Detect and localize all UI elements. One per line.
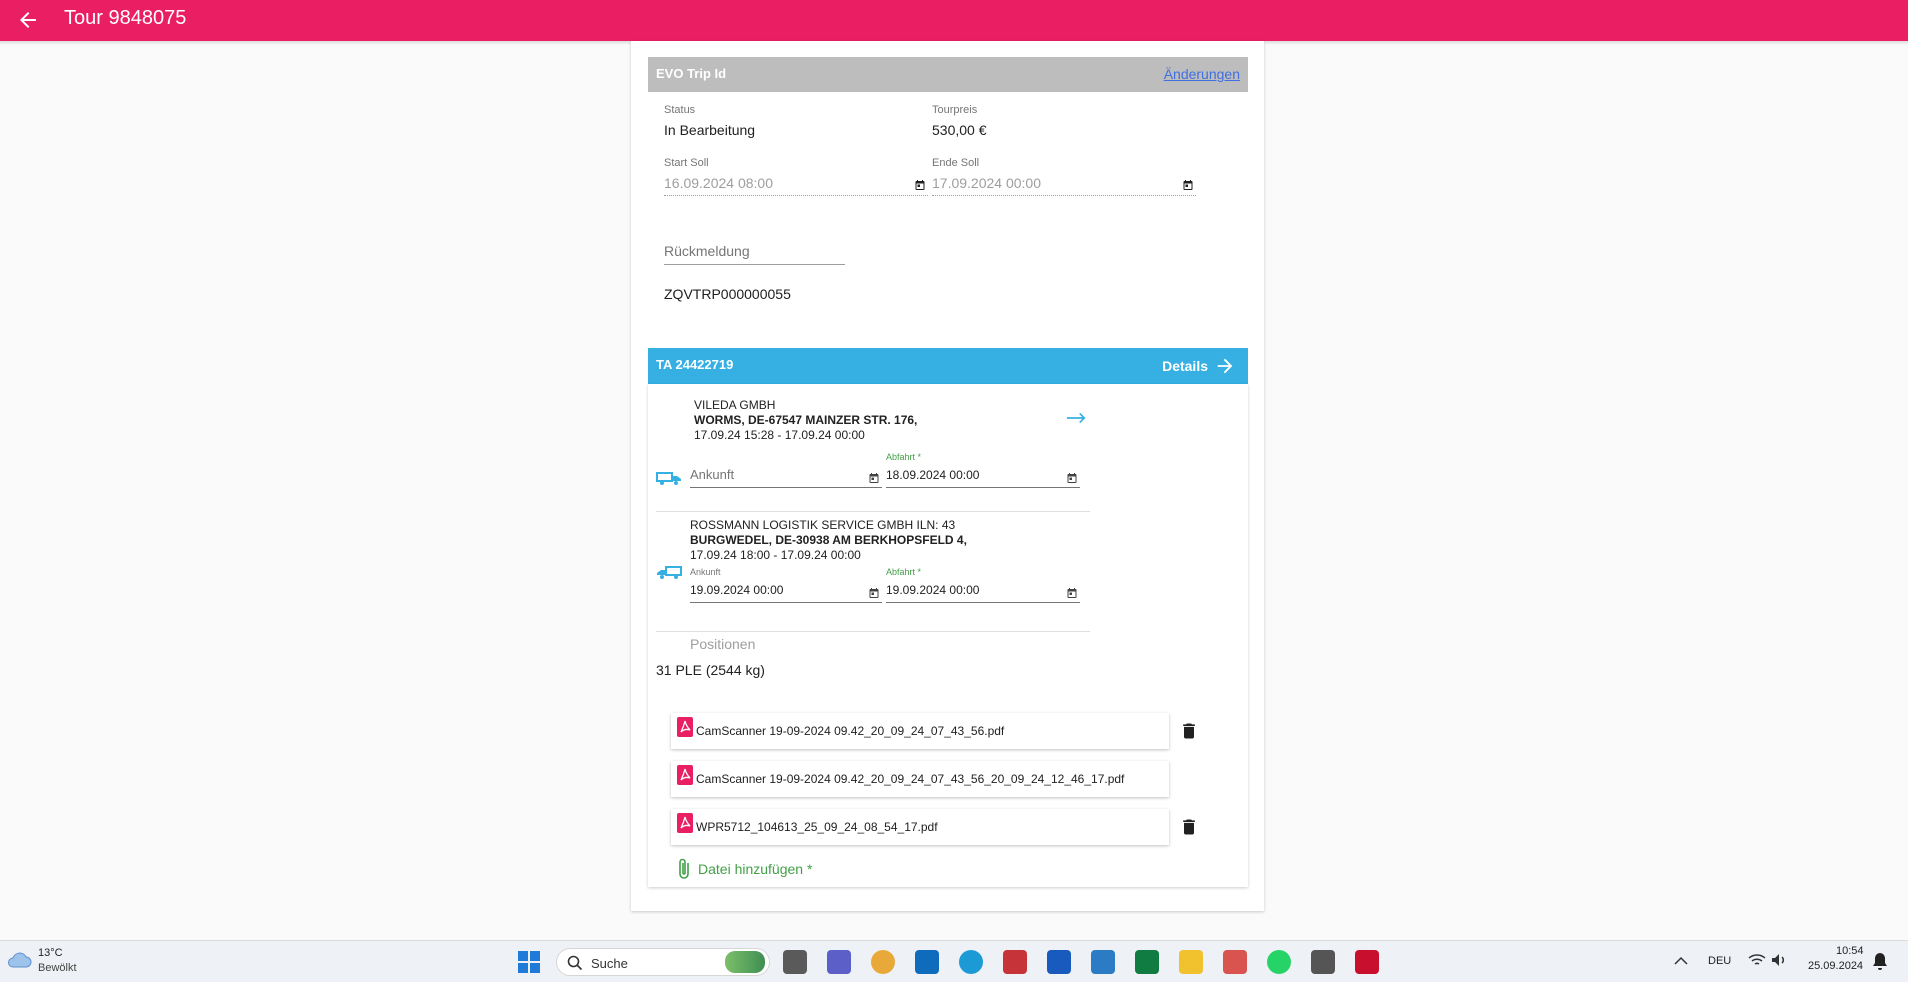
trip-code: ZQVTRP000000055 bbox=[664, 286, 791, 302]
truck-icon bbox=[656, 472, 681, 485]
status-value: In Bearbeitung bbox=[664, 122, 756, 138]
stop-2-departure-label: Abfahrt * bbox=[886, 567, 922, 577]
stop-1-address: WORMS, DE-67547 MAINZER STR. 176, bbox=[694, 413, 918, 427]
stop-1-departure-label: Abfahrt * bbox=[886, 452, 922, 462]
stop-2-departure-value: 19.09.2024 00:00 bbox=[886, 583, 980, 597]
ta-number: TA 24422719 bbox=[656, 357, 734, 372]
stop-1-window: 17.09.24 15:28 - 17.09.24 00:00 bbox=[694, 428, 865, 442]
notification-bell-icon[interactable] bbox=[1872, 952, 1888, 970]
calendar-icon[interactable] bbox=[1066, 472, 1078, 484]
stop-1-arrival-field[interactable]: Ankunft bbox=[690, 464, 882, 488]
word-icon[interactable] bbox=[1047, 950, 1071, 974]
feedback-input[interactable]: Rückmeldung bbox=[664, 238, 845, 265]
trash-icon[interactable] bbox=[1179, 816, 1199, 838]
stop-2-departure-field[interactable]: 19.09.2024 00:00 bbox=[886, 579, 1080, 603]
positions-label: Positionen bbox=[690, 636, 756, 652]
ende-soll-label: Ende Soll bbox=[932, 157, 980, 169]
clock-date[interactable]: 25.09.2024 bbox=[1808, 960, 1863, 972]
app-icon[interactable] bbox=[1003, 950, 1027, 974]
task-view-icon[interactable] bbox=[783, 950, 807, 974]
taskbar-search[interactable]: Suche bbox=[556, 948, 770, 976]
tour-price-value: 530,00 € bbox=[932, 122, 987, 138]
evo-trip-id-label: EVO Trip Id bbox=[656, 66, 727, 81]
stop-divider bbox=[656, 511, 1090, 512]
printer-icon[interactable] bbox=[1311, 950, 1335, 974]
calendar-icon[interactable] bbox=[868, 472, 880, 484]
start-soll-value: 16.09.2024 08:00 bbox=[664, 175, 773, 191]
windows-start-icon[interactable] bbox=[517, 950, 541, 974]
store-icon[interactable] bbox=[1091, 950, 1115, 974]
stop-1-departure-value: 18.09.2024 00:00 bbox=[886, 468, 980, 482]
arrow-right-icon bbox=[1217, 358, 1233, 374]
trash-icon[interactable] bbox=[1179, 720, 1199, 742]
stop-1-arrival-placeholder: Ankunft bbox=[690, 467, 735, 482]
pdf-icon bbox=[677, 813, 693, 833]
paperclip-icon bbox=[679, 858, 689, 879]
details-button[interactable]: Details bbox=[1162, 354, 1236, 378]
language-indicator[interactable]: DEU bbox=[1708, 955, 1731, 967]
feedback-placeholder: Rückmeldung bbox=[664, 243, 750, 259]
ta-header: TA 24422719 Details bbox=[648, 348, 1248, 384]
ende-soll-field[interactable]: 17.09.2024 00:00 bbox=[932, 172, 1196, 196]
stop-2-window: 17.09.24 18:00 - 17.09.24 00:00 bbox=[690, 548, 861, 562]
arrow-right-icon[interactable] bbox=[1066, 408, 1088, 428]
file-item[interactable]: CamScanner 19-09-2024 09.42_20_09_24_07_… bbox=[671, 761, 1169, 797]
positions-divider bbox=[656, 631, 1090, 632]
chevron-up-icon[interactable] bbox=[1674, 955, 1688, 965]
add-file-button[interactable]: Datei hinzufügen * bbox=[676, 857, 812, 881]
snipping-tool-icon[interactable] bbox=[1223, 950, 1247, 974]
outlook-icon[interactable] bbox=[915, 950, 939, 974]
stop-2-arrival-label: Ankunft bbox=[690, 567, 721, 577]
file-name: CamScanner 19-09-2024 09.42_20_09_24_07_… bbox=[696, 724, 1005, 738]
status-label: Status bbox=[664, 104, 696, 116]
clock-time[interactable]: 10:54 bbox=[1836, 945, 1864, 957]
ende-soll-value: 17.09.2024 00:00 bbox=[932, 175, 1041, 191]
chrome-icon[interactable] bbox=[871, 950, 895, 974]
calendar-icon[interactable] bbox=[1182, 179, 1194, 191]
stop-1-company: VILEDA GMBH bbox=[694, 398, 776, 412]
stop-2-arrival-value: 19.09.2024 00:00 bbox=[690, 583, 784, 597]
stop-1-departure-field[interactable]: 18.09.2024 00:00 bbox=[886, 464, 1080, 488]
whatsapp-icon[interactable] bbox=[1267, 950, 1291, 974]
stop-2-arrival-field[interactable]: 19.09.2024 00:00 bbox=[690, 579, 882, 603]
back-arrow-icon[interactable] bbox=[16, 8, 40, 32]
calendar-icon[interactable] bbox=[1066, 587, 1078, 599]
search-icon bbox=[567, 955, 583, 971]
calendar-icon[interactable] bbox=[868, 587, 880, 599]
edge-icon[interactable] bbox=[959, 950, 983, 974]
evo-header: EVO Trip Id Änderungen bbox=[648, 57, 1248, 92]
os-taskbar: 13°C Bewölkt Suche DEU 10:54 25.09.2024 bbox=[0, 940, 1908, 982]
start-soll-field[interactable]: 16.09.2024 08:00 bbox=[664, 172, 928, 196]
truck-icon bbox=[657, 566, 682, 579]
file-item[interactable]: CamScanner 19-09-2024 09.42_20_09_24_07_… bbox=[671, 713, 1169, 749]
changes-link[interactable]: Änderungen bbox=[1164, 66, 1240, 82]
add-file-label: Datei hinzufügen * bbox=[698, 861, 813, 877]
search-highlight-image bbox=[725, 951, 765, 973]
details-label: Details bbox=[1162, 358, 1208, 374]
pdf-icon bbox=[677, 765, 693, 785]
cloud-icon bbox=[8, 952, 32, 968]
search-label: Suche bbox=[591, 956, 628, 971]
pdf-icon bbox=[677, 717, 693, 737]
file-explorer-icon[interactable] bbox=[1179, 950, 1203, 974]
app-bar: Tour 9848075 bbox=[0, 0, 1908, 41]
file-item[interactable]: WPR5712_104613_25_09_24_08_54_17.pdf bbox=[671, 809, 1169, 845]
file-name: CamScanner 19-09-2024 09.42_20_09_24_07_… bbox=[696, 772, 1125, 786]
wifi-icon[interactable] bbox=[1748, 952, 1766, 968]
weather-desc: Bewölkt bbox=[38, 962, 77, 974]
positions-value: 31 PLE (2544 kg) bbox=[656, 662, 765, 678]
calendar-icon[interactable] bbox=[914, 179, 926, 191]
file-name: WPR5712_104613_25_09_24_08_54_17.pdf bbox=[696, 820, 938, 834]
speaker-icon[interactable] bbox=[1770, 952, 1788, 968]
teams-icon[interactable] bbox=[827, 950, 851, 974]
tour-price-label: Tourpreis bbox=[932, 104, 978, 116]
excel-icon[interactable] bbox=[1135, 950, 1159, 974]
stop-2-company: ROSSMANN LOGISTIK SERVICE GMBH ILN: 43 bbox=[690, 518, 956, 532]
acrobat-icon[interactable] bbox=[1355, 950, 1379, 974]
weather-temp: 13°C bbox=[38, 947, 63, 959]
start-soll-label: Start Soll bbox=[664, 157, 709, 169]
page-title: Tour 9848075 bbox=[64, 7, 187, 29]
stop-2-address: BURGWEDEL, DE-30938 AM BERKHOPSFELD 4, bbox=[690, 533, 967, 547]
